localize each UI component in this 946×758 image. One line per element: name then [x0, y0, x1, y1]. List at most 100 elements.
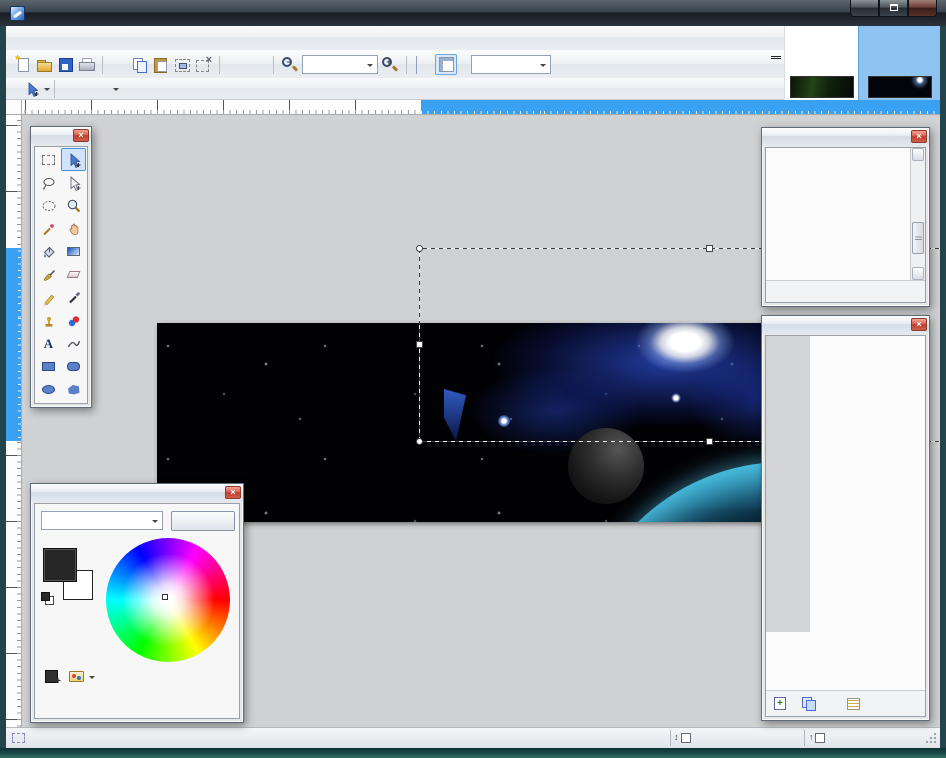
selection-handle-top-middle[interactable] — [706, 245, 713, 252]
layers-window[interactable]: × — [761, 315, 930, 721]
resize-grip[interactable] — [924, 731, 938, 745]
scroll-up-arrow[interactable] — [912, 148, 924, 161]
tool-zoom[interactable] — [61, 194, 86, 217]
primary-color-swatch[interactable] — [43, 548, 77, 582]
ruler-toggle-button[interactable] — [435, 54, 457, 75]
crop-to-selection-button[interactable] — [173, 56, 191, 74]
deselect-button[interactable] — [194, 56, 212, 74]
tools-close-button[interactable]: × — [73, 129, 89, 142]
tool-ellipse-select[interactable] — [36, 194, 61, 217]
grid-icon — [416, 56, 417, 74]
layer-properties-button[interactable] — [847, 698, 860, 710]
layers-window-titlebar[interactable]: × — [762, 316, 929, 333]
tools-window-titlebar[interactable]: × — [31, 127, 91, 144]
selection-handle-bottom-left[interactable] — [416, 438, 423, 445]
tool-gradient[interactable] — [61, 240, 86, 263]
zoom-level-combobox[interactable] — [302, 55, 378, 74]
history-window-body — [765, 147, 926, 303]
undo-button[interactable] — [227, 56, 245, 74]
tool-pan[interactable] — [61, 217, 86, 240]
colors-window-titlebar[interactable]: × — [31, 484, 243, 501]
toolbar-separator — [273, 56, 274, 74]
add-layer-button[interactable] — [774, 697, 786, 710]
grid-toggle-button[interactable] — [414, 56, 432, 74]
tool-pencil[interactable] — [36, 286, 61, 309]
tool-move-selection[interactable] — [61, 171, 86, 194]
tool-lasso-select[interactable] — [36, 171, 61, 194]
zoom-in-button[interactable]: + — [381, 56, 399, 74]
tool-freeform-shape[interactable] — [61, 378, 86, 401]
more-button[interactable] — [171, 511, 235, 531]
save-button[interactable] — [56, 56, 74, 74]
palette-dropdown-caret[interactable] — [89, 676, 95, 682]
status-bar — [6, 727, 940, 748]
star-sparkle — [671, 393, 681, 403]
cut-button[interactable] — [110, 56, 128, 74]
tool-ellipse[interactable] — [36, 378, 61, 401]
tool-clone-stamp[interactable] — [36, 309, 61, 332]
lasso-icon — [41, 175, 57, 191]
image-size-icon — [681, 733, 691, 743]
tool-color-picker[interactable] — [61, 286, 86, 309]
tool-paintbrush[interactable] — [36, 263, 61, 286]
add-color-to-palette-button[interactable] — [45, 670, 58, 683]
copy-button[interactable] — [131, 56, 149, 74]
zoom-out-button[interactable]: − — [281, 56, 299, 74]
paste-button[interactable] — [152, 56, 170, 74]
selection-handle-left-middle[interactable] — [416, 341, 423, 348]
image-size-group — [670, 730, 804, 746]
tool-eraser[interactable] — [61, 263, 86, 286]
color-wheel[interactable] — [106, 538, 230, 662]
scrollbar-thumb[interactable] — [912, 222, 924, 254]
maximize-button[interactable] — [879, 0, 908, 17]
selection-handle-bottom-middle[interactable] — [706, 438, 713, 445]
tools-window[interactable]: × — [30, 126, 92, 408]
tool-paint-bucket[interactable] — [36, 240, 61, 263]
tool-rectangle[interactable] — [36, 355, 61, 378]
history-window[interactable]: × — [761, 127, 930, 307]
tool-recolor[interactable] — [61, 309, 86, 332]
tool-magic-wand[interactable] — [36, 217, 61, 240]
vertical-ruler — [6, 115, 22, 727]
text-tool-icon: A — [44, 337, 53, 350]
color-mode-combobox[interactable] — [41, 511, 163, 530]
image-tab-1[interactable] — [784, 26, 858, 100]
tool-rectangle-select[interactable] — [36, 148, 61, 171]
colors-close-button[interactable]: × — [225, 486, 241, 499]
tool-line-curve[interactable] — [61, 332, 86, 355]
redo-button[interactable] — [248, 56, 266, 74]
minimize-button[interactable] — [850, 0, 879, 17]
print-button[interactable] — [77, 56, 95, 74]
selection-status-icon — [12, 733, 25, 743]
zoom-icon — [66, 198, 82, 214]
line-curve-icon — [66, 336, 82, 352]
tool-move-selected-pixels[interactable] — [61, 148, 86, 171]
duplicate-layer-button[interactable] — [802, 697, 815, 710]
title-bar[interactable] — [0, 0, 946, 26]
ruler-icon — [440, 58, 453, 71]
quality-dropdown-caret[interactable] — [113, 88, 119, 94]
layers-close-button[interactable]: × — [911, 318, 927, 331]
tool-text[interactable]: A — [36, 332, 61, 355]
close-button[interactable] — [908, 0, 937, 17]
new-image-button[interactable] — [14, 56, 32, 74]
scroll-down-arrow[interactable] — [912, 267, 924, 280]
canvas[interactable] — [157, 323, 817, 522]
palette-manager-button[interactable] — [69, 671, 84, 682]
history-scrollbar[interactable] — [910, 148, 925, 280]
image-tab-2-active[interactable] — [858, 26, 940, 100]
units-combobox[interactable] — [471, 55, 551, 74]
open-button[interactable] — [35, 56, 53, 74]
move-pixels-icon — [66, 152, 82, 168]
pencil-icon — [41, 290, 57, 306]
current-tool-icon[interactable] — [24, 81, 40, 97]
rectangle-shape-icon — [42, 362, 55, 371]
colors-window[interactable]: × — [30, 483, 244, 723]
reset-colors-icon[interactable] — [41, 592, 53, 604]
selection-handle-top-left[interactable] — [416, 245, 423, 252]
tool-dropdown-caret[interactable] — [44, 88, 50, 94]
history-window-titlebar[interactable]: × — [762, 128, 929, 145]
color-wheel-marker[interactable] — [162, 594, 168, 600]
tool-rounded-rectangle[interactable] — [61, 355, 86, 378]
history-close-button[interactable]: × — [911, 130, 927, 143]
